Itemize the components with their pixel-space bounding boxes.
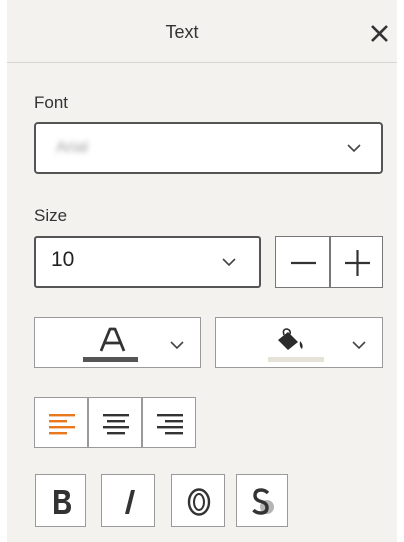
font-dropdown[interactable]: Arial: [34, 122, 383, 174]
size-dropdown[interactable]: 10: [34, 236, 261, 288]
align-right-icon: [157, 414, 183, 435]
chevron-down-icon: [347, 144, 361, 153]
align-right-button[interactable]: [142, 397, 196, 448]
outline-button[interactable]: [171, 474, 225, 527]
chevron-down-icon: [170, 341, 184, 350]
font-dropdown-value: Arial: [56, 139, 89, 156]
align-left-icon: [49, 414, 75, 435]
shadow-icon: [252, 488, 274, 515]
outline-icon: [187, 488, 211, 516]
size-dropdown-value: 10: [51, 248, 75, 271]
close-icon: [371, 25, 388, 42]
chevron-down-icon: [222, 258, 236, 267]
italic-button[interactable]: [101, 474, 155, 527]
italic-icon: [125, 490, 135, 514]
align-center-button[interactable]: [88, 397, 142, 448]
size-decrease-button[interactable]: [275, 236, 330, 288]
shadow-button[interactable]: [236, 474, 288, 527]
size-label: Size: [34, 206, 68, 225]
panel-title: Text: [165, 22, 199, 42]
size-increase-button[interactable]: [330, 236, 383, 288]
font-color-dropdown[interactable]: [34, 317, 201, 368]
font-label: Font: [34, 93, 69, 112]
chevron-down-icon: [352, 341, 366, 350]
panel-header: Text: [7, 0, 397, 63]
align-center-icon: [103, 414, 129, 435]
highlight-color-dropdown[interactable]: [215, 317, 383, 368]
plus-icon: [345, 250, 370, 276]
close-button[interactable]: [365, 18, 395, 48]
minus-icon: [291, 261, 316, 265]
text-panel: Text Font Arial Size 10: [7, 0, 397, 542]
bold-icon: [54, 490, 71, 514]
bold-button[interactable]: [35, 474, 86, 527]
align-left-button[interactable]: [34, 397, 88, 448]
